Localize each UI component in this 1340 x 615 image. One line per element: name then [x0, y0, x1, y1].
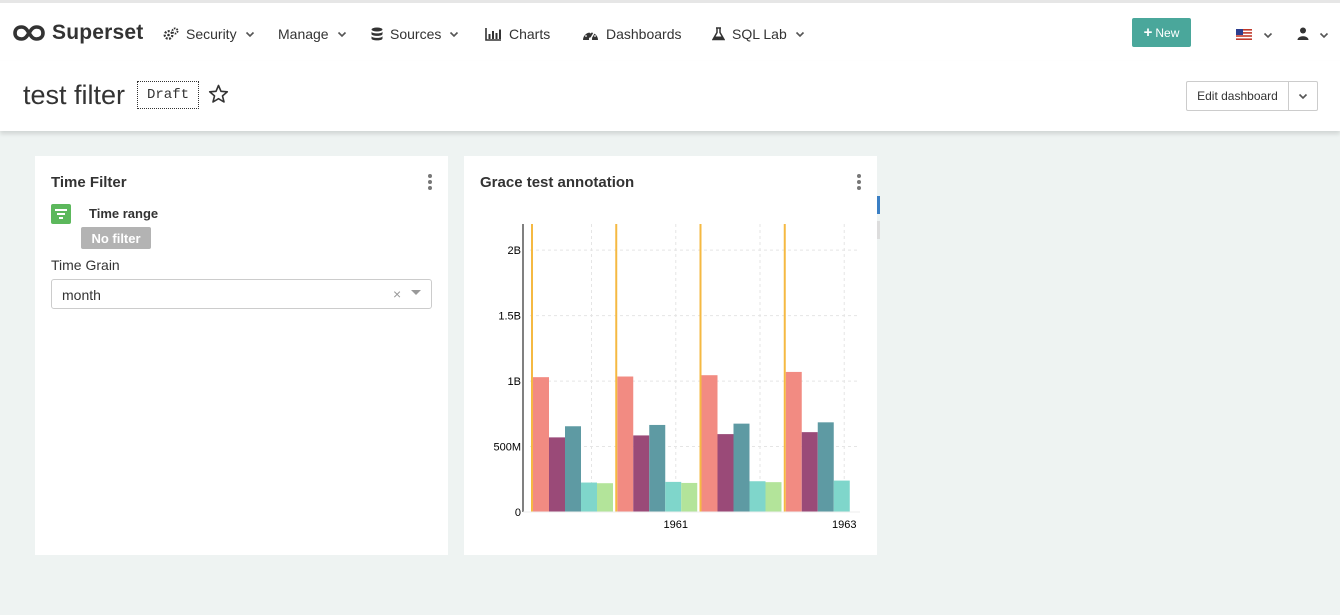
bar [717, 434, 734, 512]
bar [681, 482, 698, 512]
bar [533, 377, 549, 512]
bar [785, 371, 802, 512]
nav-security-label: Security [186, 26, 237, 42]
time-grain-select[interactable]: month × [51, 279, 432, 309]
plus-icon: + [1143, 24, 1153, 41]
flask-icon [712, 27, 725, 41]
bar [617, 376, 634, 512]
bar [733, 423, 750, 512]
nav-manage-label: Manage [278, 26, 329, 42]
chevron-down-icon [795, 31, 804, 38]
nav-sources-label: Sources [390, 26, 442, 42]
chevron-down-icon [245, 31, 254, 38]
status-badge[interactable]: Draft [137, 81, 199, 109]
superset-logo-icon [13, 25, 45, 41]
nav-dashboards[interactable]: Dashboards [582, 24, 682, 44]
nav-sources[interactable]: Sources [371, 24, 459, 44]
bar [765, 482, 782, 512]
edit-dashboard-button[interactable]: Edit dashboard [1186, 81, 1289, 111]
nav-sqllab[interactable]: SQL Lab [712, 24, 805, 44]
brand-name: Superset [52, 21, 144, 44]
filter-card: Time Filter Time range No filter Time Gr… [35, 156, 448, 555]
bar [801, 432, 818, 512]
bar [665, 481, 682, 512]
navbar: Superset Security Manage Sources Charts … [0, 3, 1340, 61]
brand[interactable]: Superset [13, 20, 143, 46]
bar-chart: 0 500M 1B 1.5B 2B 1961 1963 [493, 224, 860, 531]
y-tick-label: 1B [508, 376, 521, 388]
bar [565, 426, 581, 512]
time-grain-label: Time Grain [51, 257, 120, 273]
bar [701, 375, 718, 512]
nav-dashboards-label: Dashboards [606, 26, 682, 42]
bar [633, 435, 650, 512]
nav-charts-label: Charts [509, 26, 551, 42]
bar [649, 424, 666, 512]
x-tick-label: 1963 [832, 519, 856, 531]
chevron-down-icon [1263, 32, 1273, 39]
nav-charts[interactable]: Charts [485, 24, 550, 44]
nav-sqllab-label: SQL Lab [732, 26, 787, 42]
bar [597, 483, 613, 512]
bar [749, 481, 766, 512]
us-flag-icon [1236, 29, 1252, 40]
dropdown-arrow-icon[interactable] [411, 290, 421, 295]
nav-manage[interactable]: Manage [278, 24, 347, 44]
y-tick-label: 500M [493, 442, 521, 454]
dashboard-header: test filter Draft Edit dashboard [0, 61, 1340, 131]
bar [549, 437, 565, 512]
clear-icon[interactable]: × [393, 286, 401, 302]
cogs-icon [163, 27, 179, 41]
y-tick-label: 0 [515, 507, 521, 519]
chevron-down-icon [450, 31, 459, 38]
new-button-label: New [1155, 25, 1180, 40]
y-tick-label: 2B [508, 245, 521, 257]
filter-card-title: Time Filter [51, 174, 127, 191]
edit-dashboard-group: Edit dashboard [1186, 81, 1318, 111]
chart-card: Grace test annotation 0 500M 1B 1.5B 2B 1961 1… [464, 156, 877, 555]
dashboard-icon [582, 28, 599, 41]
bar-chart-icon [485, 27, 502, 41]
chevron-down-icon [1298, 93, 1308, 100]
edit-dashboard-dropdown[interactable] [1289, 81, 1318, 111]
database-icon [371, 27, 383, 41]
nav-security[interactable]: Security [163, 24, 255, 44]
time-range-label: Time range [89, 206, 159, 221]
y-tick-label: 1.5B [498, 311, 521, 323]
x-tick-label: 1961 [664, 519, 688, 531]
more-options-icon[interactable] [428, 174, 432, 192]
time-grain-value: month [62, 287, 101, 303]
chevron-down-icon [337, 31, 346, 38]
time-range-value[interactable]: No filter [81, 227, 151, 249]
bar [581, 482, 597, 512]
user-icon [1297, 27, 1309, 40]
filter-icon [51, 204, 71, 224]
scroll-indicator[interactable] [877, 196, 880, 214]
bar [817, 422, 834, 512]
star-icon[interactable] [208, 84, 229, 104]
new-button[interactable]: + New [1132, 18, 1191, 47]
page-title[interactable]: test filter [23, 80, 125, 111]
bar [833, 480, 850, 512]
scroll-track [877, 221, 880, 239]
chevron-down-icon [1319, 32, 1329, 39]
